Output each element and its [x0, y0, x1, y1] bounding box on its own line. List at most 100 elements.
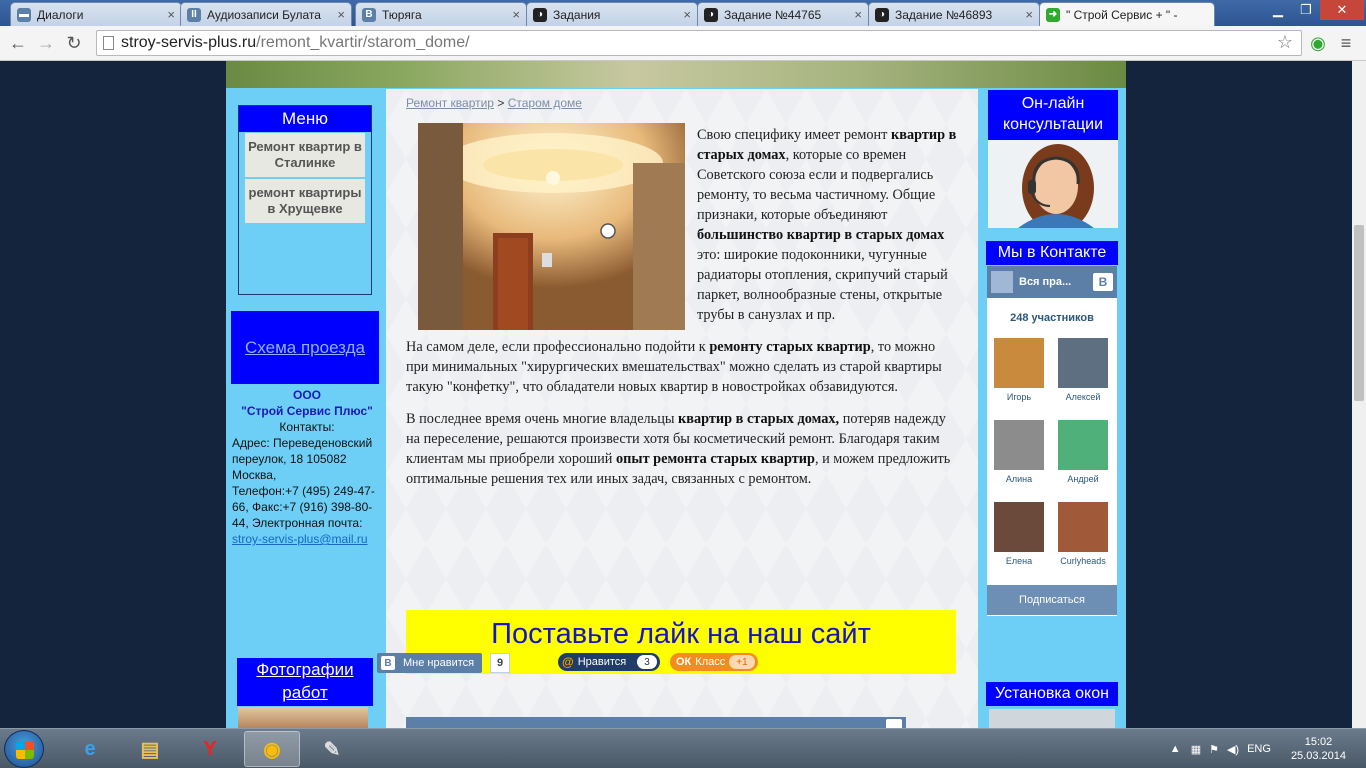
header-banner	[226, 61, 1126, 88]
paint-icon[interactable]: ✎	[304, 731, 360, 767]
tab-title: Задание №44765	[724, 7, 822, 22]
close-icon[interactable]: ×	[167, 7, 175, 22]
tab-title: Аудиозаписи Булата	[207, 7, 321, 22]
windows-taskbar: e ▤ Y ◉ ✎ ▲ ▦ ⚑ ◀) ENG 15:02 25.03.2014	[0, 728, 1366, 768]
p2-bold-b: ремонту старых квартир	[709, 339, 871, 355]
member-item[interactable]: Алексей	[1057, 338, 1109, 402]
chrome-icon[interactable]: ◉	[244, 731, 300, 767]
browser-toolbar: ← → ↻ stroy-servis-plus.ru/remont_kvarti…	[0, 26, 1366, 61]
page-icon	[103, 36, 114, 50]
menu-item-stalinka[interactable]: Ремонт квартир в Сталинке	[245, 133, 365, 177]
vk-group-header[interactable]: Вся пра... B	[987, 266, 1117, 298]
mailru-like-count: 3	[637, 655, 657, 669]
install-title[interactable]: Установка окон	[986, 682, 1118, 706]
minimize-icon[interactable]: ▁	[1264, 0, 1292, 20]
close-icon[interactable]: ×	[854, 7, 862, 22]
page-viewport: Меню Ремонт квартир в Сталинке ремонт кв…	[0, 61, 1352, 728]
photo-thumbnail[interactable]	[238, 707, 368, 728]
member-item[interactable]: Алина	[993, 420, 1045, 484]
tab-task-46893[interactable]: ◑ Задание №46893 ×	[868, 2, 1040, 26]
restore-icon[interactable]: ❐	[1292, 0, 1320, 20]
tasks-favicon-icon: ◑	[704, 7, 718, 22]
window-close-icon[interactable]: ✕	[1320, 0, 1364, 20]
article-text: Свою специфику имеет ремонт квартир в ст…	[406, 125, 958, 501]
vk-logo-icon: B	[381, 656, 395, 670]
tab-dialogs[interactable]: ▬ Диалоги ×	[10, 2, 182, 26]
close-icon[interactable]: ×	[337, 7, 345, 22]
bookmark-star-icon[interactable]: ☆	[1277, 32, 1293, 53]
route-link[interactable]: Схема проезда	[245, 338, 365, 358]
network-icon[interactable]: ▦	[1191, 743, 1201, 756]
page-scrollbar[interactable]	[1352, 61, 1366, 728]
ok-like-count: +1	[729, 655, 755, 669]
tab-title: " Строй Сервис + " -	[1066, 7, 1178, 22]
tab-title: Диалоги	[37, 7, 84, 22]
address-bar[interactable]: stroy-servis-plus.ru/remont_kvartir/star…	[96, 30, 1302, 56]
breadcrumb-old-house[interactable]: Старом доме	[508, 96, 582, 110]
tab-turyaga[interactable]: B Тюряга ×	[355, 2, 527, 26]
member-name: Андрей	[1067, 474, 1099, 484]
url-host: stroy-servis-plus.ru	[121, 34, 257, 51]
forward-arrow-icon[interactable]: →	[34, 32, 58, 54]
site-wrapper: Меню Ремонт квартир в Сталинке ремонт кв…	[226, 61, 1126, 728]
vk-group-widget: Вся пра... B 248 участников Игорь Алексе…	[987, 266, 1117, 616]
yandex-browser-icon[interactable]: Y	[182, 731, 238, 767]
tab-title: Тюряга	[382, 7, 422, 22]
install-thumbnail[interactable]	[989, 709, 1115, 728]
windows-logo-icon	[16, 741, 34, 759]
start-button[interactable]	[4, 730, 44, 768]
language-indicator[interactable]: ENG	[1247, 743, 1271, 755]
vk-logo-icon: B	[1093, 273, 1113, 291]
tab-tasks[interactable]: ◑ Задания ×	[526, 2, 698, 26]
main-content: Ремонт квартир > Старом доме Свою специф…	[377, 89, 978, 728]
close-icon[interactable]: ×	[683, 7, 691, 22]
tray-expand-icon[interactable]: ▲	[1170, 743, 1181, 755]
member-name: Алина	[1005, 474, 1033, 484]
group-avatar	[991, 271, 1013, 293]
scrollbar-thumb[interactable]	[1354, 225, 1364, 401]
route-box: Схема проезда	[231, 311, 379, 384]
member-item[interactable]: Игорь	[993, 338, 1045, 402]
breadcrumb: Ремонт квартир > Старом доме	[406, 96, 582, 110]
tab-task-44765[interactable]: ◑ Задание №44765 ×	[697, 2, 869, 26]
member-item[interactable]: Андрей	[1057, 420, 1109, 484]
clock[interactable]: 15:02 25.03.2014	[1291, 735, 1346, 763]
avatar	[994, 420, 1044, 470]
ok-like-button[interactable]: ОК Класс +1	[670, 653, 758, 671]
explorer-folder-icon[interactable]: ▤	[122, 731, 178, 767]
menu-item-khrushchevka[interactable]: ремонт квартиры в Хрущевке	[245, 179, 365, 223]
avatar	[1058, 420, 1108, 470]
mailru-like-button[interactable]: @ Нравится 3	[558, 653, 660, 671]
vk-subscribe-button[interactable]: Подписаться	[987, 585, 1117, 615]
phones: Телефон:+7 (495) 249-47-66, Факс:+7 (916…	[232, 484, 375, 530]
member-name: Curlyheads	[1060, 556, 1106, 566]
close-icon[interactable]: ×	[1025, 7, 1033, 22]
photos-title[interactable]: Фотографии работ	[256, 660, 353, 702]
avatar	[1058, 502, 1108, 552]
member-item[interactable]: Елена	[993, 502, 1045, 566]
clock-date: 25.03.2014	[1290, 750, 1346, 762]
ie-icon[interactable]: e	[62, 731, 118, 767]
operator-image[interactable]	[988, 140, 1118, 228]
extension-icon[interactable]: ◉	[1306, 32, 1330, 54]
vk-logo-icon	[886, 719, 902, 728]
vk-group-name[interactable]: Вся пра...	[1019, 276, 1071, 288]
url-path: /remont_kvartir/starom_dome/	[256, 34, 470, 51]
reload-icon[interactable]: ↻	[62, 32, 86, 54]
vk-like-button[interactable]: B Мне нравится	[377, 653, 483, 673]
tab-audio[interactable]: II Аудиозаписи Булата ×	[180, 2, 352, 26]
member-name: Алексей	[1065, 392, 1101, 402]
back-arrow-icon[interactable]: ←	[6, 32, 30, 54]
consult-title[interactable]: Он-лайн консультации	[988, 90, 1118, 140]
email-link[interactable]: stroy-servis-plus@mail.ru	[232, 532, 368, 546]
tab-stroy-servis[interactable]: ➜ " Строй Сервис + " -	[1039, 2, 1215, 26]
odnoklassniki-icon: ОК	[676, 656, 692, 668]
member-item[interactable]: Curlyheads	[1057, 502, 1109, 566]
volume-icon[interactable]: ◀)	[1227, 743, 1239, 756]
breadcrumb-renovation[interactable]: Ремонт квартир	[406, 96, 494, 110]
flag-icon[interactable]: ⚑	[1209, 743, 1219, 756]
menu-icon[interactable]: ≡	[1334, 32, 1358, 54]
photos-box[interactable]: Фотографии работ	[237, 658, 373, 706]
breadcrumb-separator: >	[497, 96, 505, 110]
close-icon[interactable]: ×	[512, 7, 520, 22]
